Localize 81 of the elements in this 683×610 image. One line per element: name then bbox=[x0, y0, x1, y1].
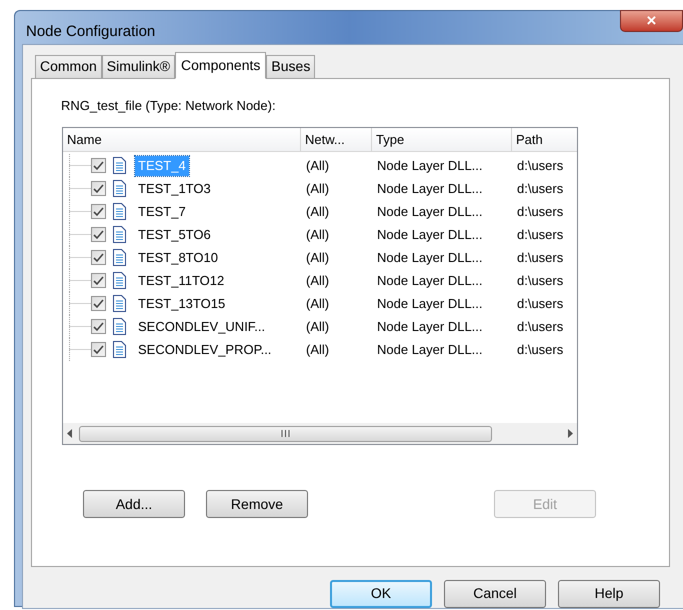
tree-connector bbox=[69, 177, 91, 200]
table-cell-text: (All) bbox=[305, 202, 330, 221]
table-cell-text: d:\users bbox=[516, 294, 564, 313]
checkbox[interactable] bbox=[91, 296, 106, 311]
tree-connector bbox=[69, 154, 91, 177]
tree-connector bbox=[69, 338, 91, 361]
document-icon bbox=[113, 203, 126, 220]
document-icon bbox=[113, 226, 126, 243]
column-header[interactable]: Type bbox=[372, 128, 512, 151]
column-header[interactable]: Netw... bbox=[301, 128, 372, 151]
scrollbar-thumb[interactable] bbox=[79, 426, 492, 442]
checkbox[interactable] bbox=[91, 319, 106, 334]
table-cell-text: d:\users bbox=[516, 156, 564, 175]
column-header[interactable]: Path bbox=[512, 128, 577, 151]
tab[interactable]: Components bbox=[175, 52, 266, 78]
document-icon bbox=[113, 341, 126, 358]
checkbox[interactable] bbox=[91, 250, 106, 265]
table-cell-text: Node Layer DLL... bbox=[376, 340, 484, 359]
column-header[interactable]: Name bbox=[63, 128, 301, 151]
table-cell-text: d:\users bbox=[516, 248, 564, 267]
table-cell-text: (All) bbox=[305, 340, 330, 359]
table-cell-text: d:\users bbox=[516, 340, 564, 359]
tree-connector bbox=[69, 200, 91, 223]
caption-text: RNG_test_file (Type: Network Node): bbox=[61, 96, 277, 115]
component-name[interactable]: TEST_1TO3 bbox=[135, 178, 214, 198]
checkbox[interactable] bbox=[91, 273, 106, 288]
tab[interactable]: Simulink® bbox=[102, 54, 176, 78]
checkbox[interactable] bbox=[91, 342, 106, 357]
table-cell-text: Node Layer DLL... bbox=[376, 318, 484, 336]
table-cell-text: d:\users bbox=[516, 226, 564, 244]
checkbox[interactable] bbox=[91, 181, 106, 196]
table-cell-text: Node Layer DLL... bbox=[376, 180, 484, 198]
dialog-button[interactable]: OK bbox=[330, 580, 432, 608]
table-cell-text: (All) bbox=[305, 226, 330, 244]
table-cell-text: Node Layer DLL... bbox=[376, 202, 484, 221]
checkbox[interactable] bbox=[91, 204, 106, 219]
document-icon bbox=[113, 180, 126, 197]
table-cell-text: d:\users bbox=[516, 318, 564, 336]
table-cell-text: Node Layer DLL... bbox=[376, 156, 484, 175]
table-cell-text: Node Layer DLL... bbox=[376, 226, 484, 244]
panel-button[interactable]: Remove bbox=[206, 490, 308, 518]
table-cell-text: d:\users bbox=[516, 180, 564, 198]
scroll-left-icon[interactable] bbox=[67, 429, 73, 438]
panel-button[interactable]: Add... bbox=[83, 490, 185, 518]
table-cell-text: (All) bbox=[305, 156, 330, 175]
horizontal-scrollbar[interactable] bbox=[63, 423, 577, 444]
component-name[interactable]: TEST_13TO15 bbox=[135, 294, 228, 314]
document-icon bbox=[113, 249, 126, 266]
table-cell-text: (All) bbox=[305, 294, 330, 313]
document-icon bbox=[113, 157, 126, 174]
tree-connector bbox=[69, 269, 91, 292]
table-cell-text: (All) bbox=[305, 272, 330, 290]
checkbox[interactable] bbox=[91, 158, 106, 173]
component-name[interactable]: SECONDLEV_UNIF... bbox=[135, 316, 268, 336]
window-title: Node Configuration bbox=[26, 22, 156, 42]
table-cell-text: (All) bbox=[305, 318, 330, 336]
table-cell-text: Node Layer DLL... bbox=[376, 248, 484, 267]
table-cell-text: (All) bbox=[305, 180, 330, 198]
table-cell-text: Node Layer DLL... bbox=[376, 294, 484, 313]
tab[interactable]: Common bbox=[35, 54, 102, 78]
document-icon bbox=[113, 295, 126, 312]
tree-connector bbox=[69, 223, 91, 246]
scroll-right-icon[interactable] bbox=[567, 429, 573, 438]
component-name[interactable]: TEST_8TO10 bbox=[135, 248, 221, 268]
tab[interactable]: Buses bbox=[266, 54, 316, 78]
component-name[interactable]: TEST_11TO12 bbox=[135, 270, 228, 290]
table-cell-text: Node Layer DLL... bbox=[376, 272, 484, 290]
table-cell-text: (All) bbox=[305, 248, 330, 267]
component-name[interactable]: TEST_7 bbox=[135, 202, 189, 222]
tree-connector bbox=[69, 292, 91, 315]
dialog-button[interactable]: Cancel bbox=[444, 580, 546, 608]
document-icon bbox=[113, 318, 126, 335]
checkbox[interactable] bbox=[91, 227, 106, 242]
document-icon bbox=[113, 272, 126, 289]
tree-connector bbox=[69, 246, 91, 269]
dialog-button[interactable]: Help bbox=[558, 580, 660, 608]
table-cell-text: d:\users bbox=[516, 272, 564, 290]
component-name[interactable]: TEST_5TO6 bbox=[135, 224, 214, 244]
table-cell-text: d:\users bbox=[516, 202, 564, 221]
component-name[interactable]: SECONDLEV_PROP... bbox=[135, 340, 274, 360]
tree-connector bbox=[69, 315, 91, 338]
